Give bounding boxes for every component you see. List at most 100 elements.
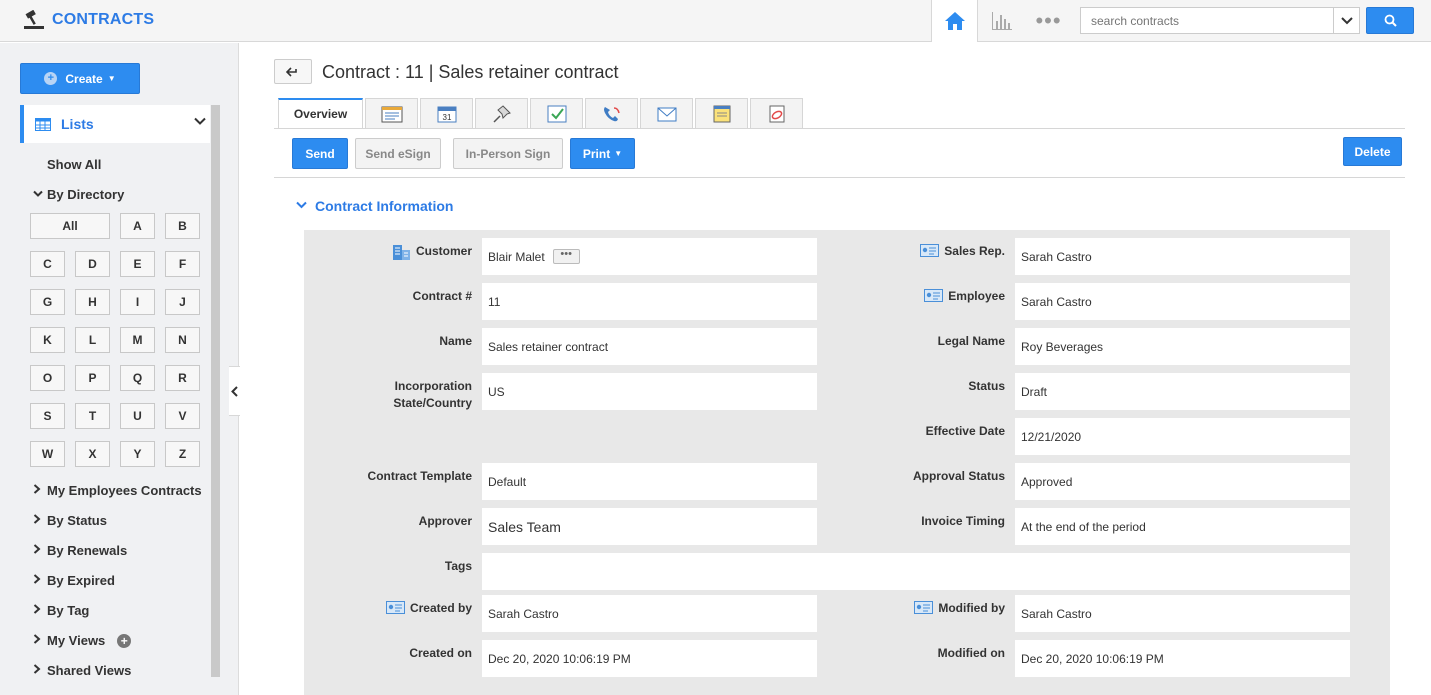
letter-filter-z[interactable]: Z (165, 441, 200, 467)
sidebar-item-label: By Status (47, 513, 107, 528)
letter-filter-s[interactable]: S (30, 403, 65, 429)
letter-filter-a[interactable]: A (120, 213, 155, 239)
action-divider (274, 177, 1405, 178)
tags-field[interactable] (482, 553, 1350, 590)
search-box (1080, 7, 1360, 34)
add-view-icon[interactable]: + (117, 633, 132, 648)
letter-filter-p[interactable]: P (75, 365, 110, 391)
modified-on-field[interactable]: Dec 20, 2020 10:06:19 PM (1015, 640, 1350, 677)
letter-filter-b[interactable]: B (165, 213, 200, 239)
employee-field[interactable]: Sarah Castro (1015, 283, 1350, 320)
lists-header[interactable]: Lists (20, 105, 210, 143)
letter-filter-c[interactable]: C (30, 251, 65, 277)
created-on-field[interactable]: Dec 20, 2020 10:06:19 PM (482, 640, 817, 677)
tab-emails[interactable] (640, 98, 693, 128)
approval-status-field[interactable]: Approved (1015, 463, 1350, 500)
send-button[interactable]: Send (292, 138, 348, 169)
letter-filter-e[interactable]: E (120, 251, 155, 277)
chevron-down-icon (194, 117, 206, 125)
in-person-sign-button[interactable]: In-Person Sign (453, 138, 563, 169)
delete-button[interactable]: Delete (1343, 137, 1402, 166)
tab-overview[interactable]: Overview (278, 98, 363, 128)
letter-filter-all[interactable]: All (30, 213, 110, 239)
sales-rep-field[interactable]: Sarah Castro (1015, 238, 1350, 275)
letter-filter-y[interactable]: Y (120, 441, 155, 467)
create-button[interactable]: + Create ▼ (20, 63, 140, 94)
print-button[interactable]: Print ▼ (570, 138, 635, 169)
letter-filter-u[interactable]: U (120, 403, 155, 429)
letter-filter-i[interactable]: I (120, 289, 155, 315)
app-brand[interactable]: CONTRACTS (22, 10, 154, 30)
tab-notes[interactable] (695, 98, 748, 128)
sidebar-item-my-employees-contracts[interactable]: My Employees Contracts (33, 483, 202, 498)
letter-filter-q[interactable]: Q (120, 365, 155, 391)
show-all-link[interactable]: Show All (47, 157, 101, 172)
svg-text:31: 31 (442, 113, 451, 122)
tab-tasks[interactable] (530, 98, 583, 128)
tab-attachments[interactable] (750, 98, 803, 128)
main-content: Contract : 11 | Sales retainer contract … (240, 43, 1431, 695)
status-field[interactable]: Draft (1015, 373, 1350, 410)
contract-template-field[interactable]: Default (482, 463, 817, 500)
search-dropdown[interactable] (1333, 8, 1359, 33)
legal-name-field[interactable]: Roy Beverages (1015, 328, 1350, 365)
letter-filter-k[interactable]: K (30, 327, 65, 353)
letter-filter-n[interactable]: N (165, 327, 200, 353)
sidebar-item-shared-views[interactable]: Shared Views (33, 663, 131, 678)
letter-filter-d[interactable]: D (75, 251, 110, 277)
name-field[interactable]: Sales retainer contract (482, 328, 817, 365)
section-toggle-contract-information[interactable]: Contract Information (296, 198, 453, 214)
back-button[interactable] (274, 59, 312, 84)
tab-calls[interactable] (585, 98, 638, 128)
tab-calendar[interactable]: 31 (420, 98, 473, 128)
id-card-icon (920, 244, 940, 257)
customer-field[interactable]: Blair Malet ••• (482, 238, 817, 275)
modified-by-field[interactable]: Sarah Castro (1015, 595, 1350, 632)
id-card-icon (914, 601, 934, 614)
note-icon (713, 105, 730, 122)
sidebar-item-by-tag[interactable]: By Tag (33, 603, 89, 618)
reports-button[interactable] (978, 0, 1025, 42)
sidebar-item-by-expired[interactable]: By Expired (33, 573, 115, 588)
sidebar-item-by-renewals[interactable]: By Renewals (33, 543, 127, 558)
record-tabs: Overview 31 (278, 98, 805, 128)
sidebar-item-my-views[interactable]: My Views + (33, 633, 132, 648)
letter-filter-j[interactable]: J (165, 289, 200, 315)
letter-filter-f[interactable]: F (165, 251, 200, 277)
letter-filter-t[interactable]: T (75, 403, 110, 429)
letter-filter-v[interactable]: V (165, 403, 200, 429)
by-directory-toggle[interactable]: By Directory (33, 187, 124, 202)
approver-value: Sales Team (488, 518, 561, 535)
contract-number-field[interactable]: 11 (482, 283, 817, 320)
incorporation-value: US (488, 384, 505, 399)
letter-filter-m[interactable]: M (120, 327, 155, 353)
created-by-field[interactable]: Sarah Castro (482, 595, 817, 632)
more-options-button[interactable]: ••• (1025, 0, 1072, 42)
effective-date-field[interactable]: 12/21/2020 (1015, 418, 1350, 455)
letter-filter-r[interactable]: R (165, 365, 200, 391)
checklist-icon (547, 105, 566, 122)
tab-pin[interactable] (475, 98, 528, 128)
letter-filter-w[interactable]: W (30, 441, 65, 467)
letter-filter-h[interactable]: H (75, 289, 110, 315)
approver-field[interactable]: Sales Team (482, 508, 817, 545)
sidebar-item-by-status[interactable]: By Status (33, 513, 107, 528)
search-input[interactable] (1081, 8, 1331, 33)
incorporation-field[interactable]: US (482, 373, 817, 410)
send-esign-button[interactable]: Send eSign (355, 138, 441, 169)
letter-filter-g[interactable]: G (30, 289, 65, 315)
search-icon (1384, 14, 1397, 27)
letter-filter-x[interactable]: X (75, 441, 110, 467)
home-button[interactable] (931, 0, 978, 42)
status-value: Draft (1021, 384, 1048, 399)
letter-filter-l[interactable]: L (75, 327, 110, 353)
customer-more-button[interactable]: ••• (552, 249, 580, 264)
tab-details[interactable] (365, 98, 418, 128)
sidebar-scrollbar[interactable] (211, 105, 220, 677)
chevron-right-icon (33, 544, 47, 557)
letter-filter-o[interactable]: O (30, 365, 65, 391)
search-button[interactable] (1366, 7, 1414, 34)
contract-info-panel: Customer Blair Malet ••• Sales Rep. Sara… (304, 230, 1390, 695)
invoice-timing-field[interactable]: At the end of the period (1015, 508, 1350, 545)
show-all-label: Show All (47, 157, 102, 172)
